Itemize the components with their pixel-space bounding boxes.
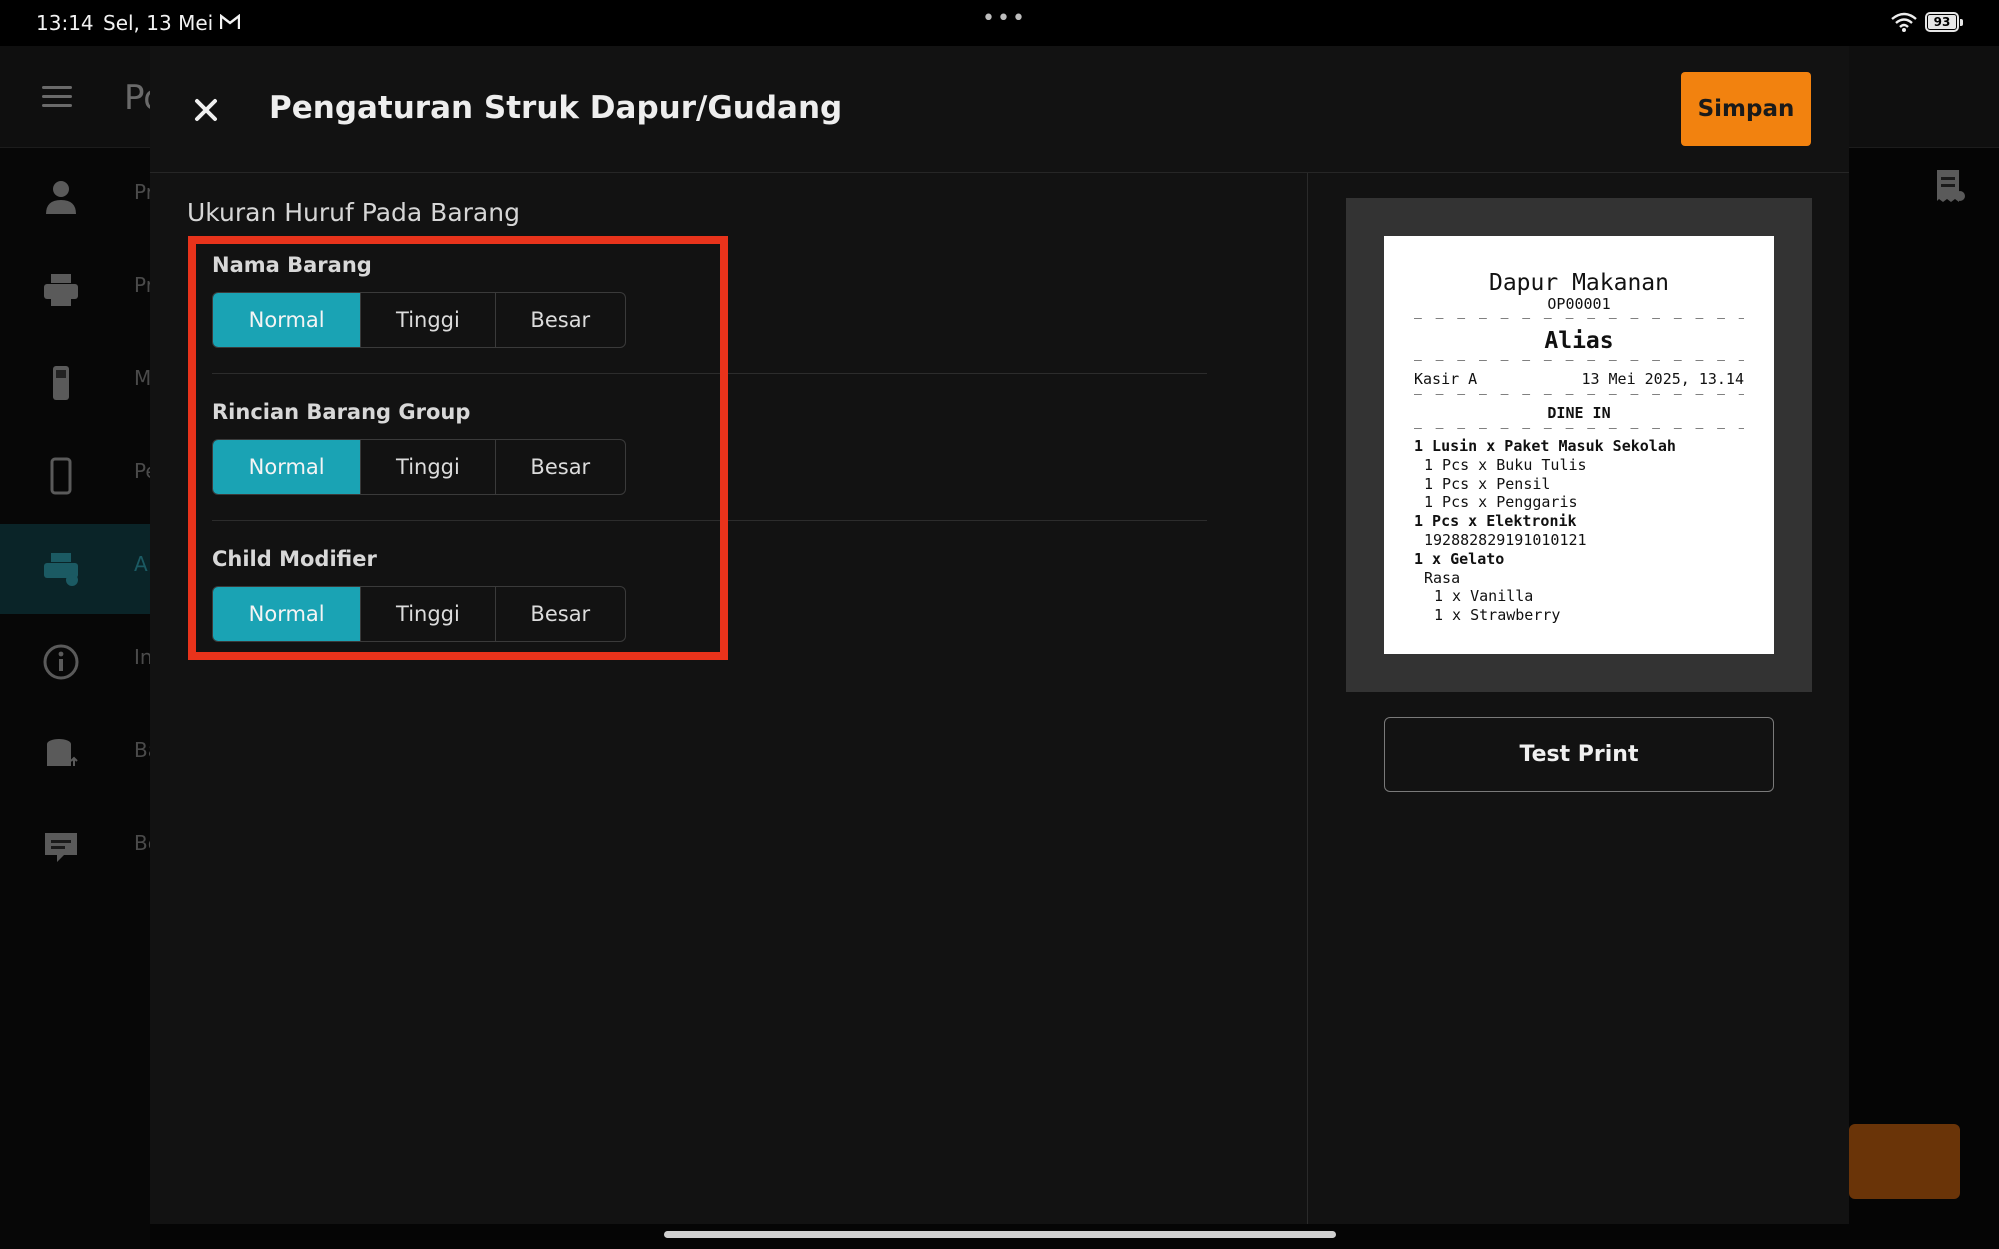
receipt-line: 1 Pcs x Penggaris [1424,493,1578,512]
settings-dialog: Pengaturan Struk Dapur/Gudang Simpan Uku… [150,46,1849,1224]
home-indicator[interactable] [664,1231,1336,1238]
receipt-cashier: Kasir A [1414,370,1478,388]
receipt-separator: — — — — — — — — — — — — — — — — [1414,389,1744,402]
chat-icon [45,833,77,862]
database-icon [47,739,78,766]
receipt-line: 1 x Gelato [1414,549,1505,568]
receipt-line: 1 x Vanilla [1434,587,1534,606]
receipt-separator: — — — — — — — — — — — — — — — — [1414,423,1744,436]
sidebar-item-backup: Ba [0,710,160,800]
receipt-meta: Kasir A 13 Mei 2025, 13.14 [1414,369,1744,389]
status-bar: 13:14 Sel, 13 Mei ••• 93 [0,0,1999,46]
receipt-preview-frame: Dapur Makanan OP00001 — — — — — — — — — … [1346,198,1812,692]
receipt-order-type: DINE IN [1547,404,1611,422]
receipt-datetime: 13 Mei 2025, 13.14 [1581,370,1744,388]
receipt-line: 1 Pcs x Buku Tulis [1424,455,1587,474]
receipt-line: 1 Pcs x Pensil [1424,474,1551,493]
menu-icon [42,86,72,108]
multitask-dots[interactable]: ••• [982,6,1027,31]
receipt-preview: Dapur Makanan OP00001 — — — — — — — — — … [1384,236,1774,654]
receipt-separator: — — — — — — — — — — — — — — — — [1414,313,1744,326]
receipt-line: Rasa [1424,568,1461,587]
background-sidebar: Pr Pr M Pe A In Ba Be [0,148,160,1249]
status-date: Sel, 13 Mei [103,11,214,35]
sidebar-item-info: In [0,617,153,707]
sidebar-item-printer: Pr [0,245,154,335]
wifi-icon [1891,12,1917,36]
receipt-code: OP00001 [1547,295,1611,313]
printer-settings-icon [44,553,78,586]
background-action-button [1849,1124,1960,1199]
person-icon [46,181,76,214]
dialog-header: Pengaturan Struk Dapur/Gudang Simpan [150,46,1849,173]
receipt-alias: Alias [1544,328,1614,354]
close-icon[interactable] [186,90,226,130]
receipt-line: 1 Lusin x Paket Masuk Sekolah [1414,437,1676,455]
receipt-settings-icon [1937,170,1965,202]
receipt-title: Dapur Makanan [1488,270,1669,296]
sidebar-item-profile: Pr [0,152,154,242]
battery-level: 93 [1933,15,1951,29]
sidebar-item-device: Pe [0,431,158,521]
test-print-button[interactable]: Test Print [1384,717,1774,792]
save-button[interactable]: Simpan [1681,72,1811,146]
receipt-separator: — — — — — — — — — — — — — — — — [1414,355,1744,368]
sidebar-item-feedback: Be [0,803,160,893]
receipt-line: 1 Pcs x Elektronik [1414,512,1577,531]
section-title: Ukuran Huruf Pada Barang [187,198,520,227]
phone-icon [50,457,72,495]
battery-icon: 93 [1925,12,1963,32]
card-reader-icon [53,366,69,400]
status-time: 13:14 [36,11,94,35]
receipt-line: 192882829191010121 [1424,530,1587,549]
receipt-line: 1 x Strawberry [1434,606,1561,625]
highlight-box [188,236,728,660]
sidebar-item-machine: M [0,338,151,428]
dialog-title: Pengaturan Struk Dapur/Gudang [269,90,843,126]
sidebar-item-active: A [0,524,150,614]
printer-icon [44,274,78,306]
info-icon [43,644,79,680]
panel-divider [1307,173,1308,1224]
gmail-icon [219,11,241,35]
